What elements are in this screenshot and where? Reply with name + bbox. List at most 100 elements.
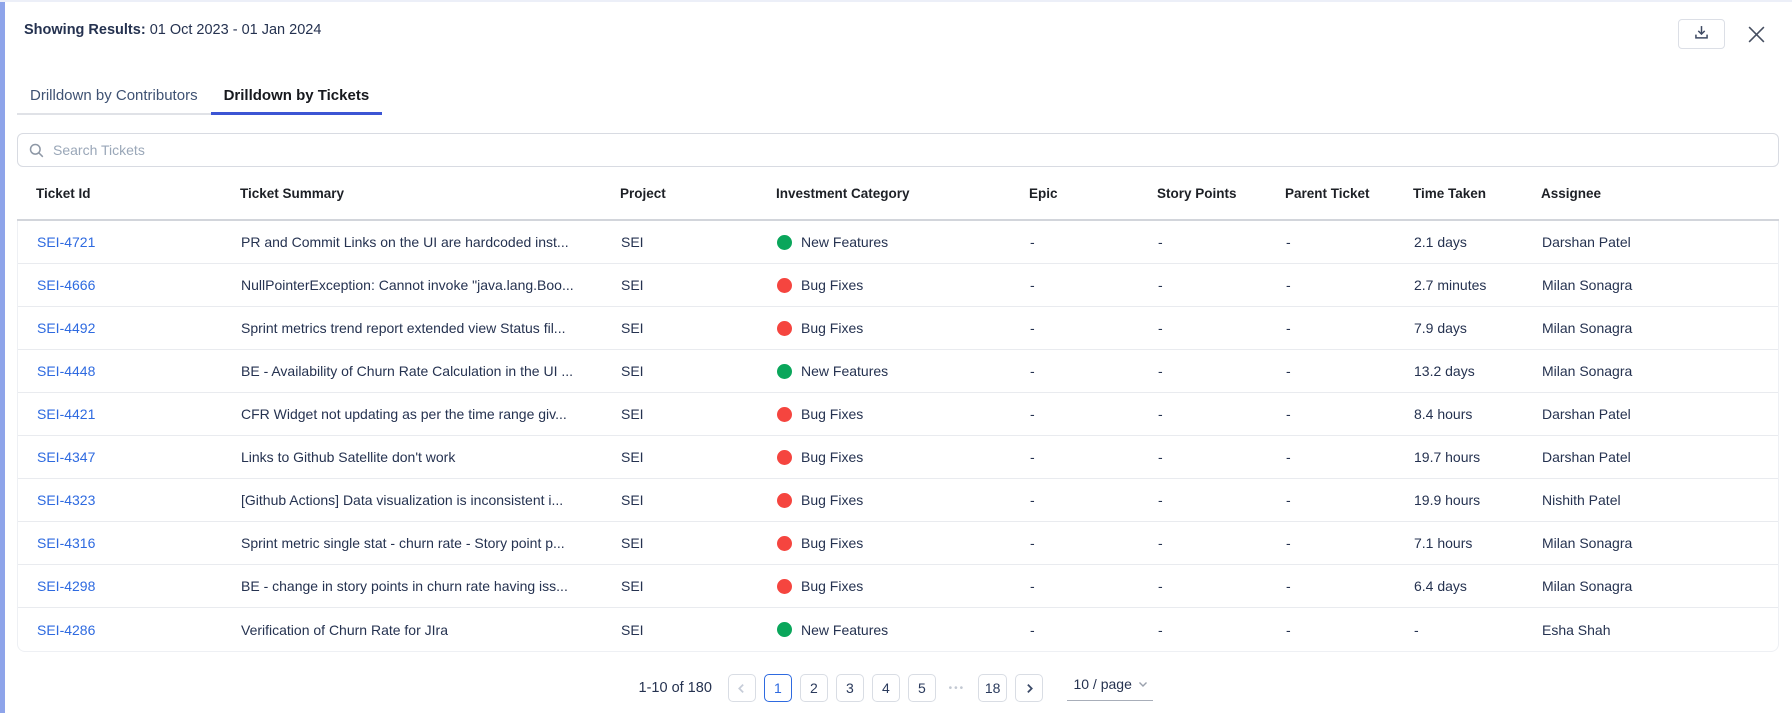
- assignee-cell: Darshan Patel: [1542, 449, 1778, 465]
- parent-ticket-cell: -: [1286, 622, 1414, 638]
- pagination-ellipsis[interactable]: •••: [944, 683, 970, 694]
- ticket-id-link[interactable]: SEI-4323: [37, 492, 95, 508]
- investment-category-cell: New Features: [777, 622, 1030, 638]
- investment-category-cell: Bug Fixes: [777, 320, 1030, 336]
- category-label: Bug Fixes: [801, 535, 863, 551]
- project-cell: SEI: [621, 234, 777, 250]
- story-points-cell: -: [1158, 622, 1286, 638]
- table-row: SEI-4316 Sprint metric single stat - chu…: [18, 522, 1778, 565]
- tab-drilldown-by-contributors[interactable]: Drilldown by Contributors: [17, 86, 211, 115]
- ticket-id-link[interactable]: SEI-4347: [37, 449, 95, 465]
- project-cell: SEI: [621, 622, 777, 638]
- table-row: SEI-4323 [Github Actions] Data visualiza…: [18, 479, 1778, 522]
- pagination-prev-button[interactable]: [728, 674, 756, 702]
- epic-cell: -: [1030, 449, 1158, 465]
- story-points-cell: -: [1158, 320, 1286, 336]
- assignee-cell: Nishith Patel: [1542, 492, 1778, 508]
- download-button[interactable]: [1678, 19, 1725, 49]
- pagination-pages: 12345 ••• 18: [764, 674, 1008, 702]
- ticket-summary-cell: Sprint metric single stat - churn rate -…: [241, 535, 621, 551]
- time-taken-cell: 19.9 hours: [1414, 492, 1542, 508]
- page-size-label: 10 / page: [1073, 676, 1131, 692]
- table-row: SEI-4286 Verification of Churn Rate for …: [18, 608, 1778, 651]
- parent-ticket-cell: -: [1286, 535, 1414, 551]
- assignee-cell: Milan Sonagra: [1542, 578, 1778, 594]
- investment-category-cell: Bug Fixes: [777, 492, 1030, 508]
- ticket-id-link[interactable]: SEI-4316: [37, 535, 95, 551]
- time-taken-cell: 8.4 hours: [1414, 406, 1542, 422]
- ticket-id-link[interactable]: SEI-4286: [37, 622, 95, 638]
- category-dot-icon: [777, 364, 792, 379]
- pagination-next-button[interactable]: [1015, 674, 1043, 702]
- investment-category-cell: New Features: [777, 234, 1030, 250]
- time-taken-cell: 2.7 minutes: [1414, 277, 1542, 293]
- category-label: Bug Fixes: [801, 492, 863, 508]
- investment-category-cell: New Features: [777, 363, 1030, 379]
- ticket-id-link[interactable]: SEI-4666: [37, 277, 95, 293]
- investment-category-cell: Bug Fixes: [777, 535, 1030, 551]
- table-row: SEI-4448 BE - Availability of Churn Rate…: [18, 350, 1778, 393]
- column-header-ticket-summary: Ticket Summary: [240, 186, 620, 201]
- category-label: New Features: [801, 234, 888, 250]
- parent-ticket-cell: -: [1286, 363, 1414, 379]
- story-points-cell: -: [1158, 449, 1286, 465]
- pagination-page-button-18[interactable]: 18: [978, 674, 1008, 702]
- epic-cell: -: [1030, 492, 1158, 508]
- ticket-id-link[interactable]: SEI-4721: [37, 234, 95, 250]
- ticket-id-link[interactable]: SEI-4298: [37, 578, 95, 594]
- pagination-page-button-5[interactable]: 5: [908, 674, 936, 702]
- download-icon: [1694, 25, 1709, 43]
- ticket-summary-cell: Verification of Churn Rate for JIra: [241, 622, 621, 638]
- epic-cell: -: [1030, 578, 1158, 594]
- ticket-summary-cell: CFR Widget not updating as per the time …: [241, 406, 621, 422]
- pagination-range: 1-10 of 180: [639, 680, 712, 696]
- pagination-page-button-4[interactable]: 4: [872, 674, 900, 702]
- table-row: SEI-4492 Sprint metrics trend report ext…: [18, 307, 1778, 350]
- category-dot-icon: [777, 579, 792, 594]
- table-row: SEI-4421 CFR Widget not updating as per …: [18, 393, 1778, 436]
- left-accent-stripe: [0, 2, 5, 713]
- assignee-cell: Milan Sonagra: [1542, 320, 1778, 336]
- time-taken-cell: 7.9 days: [1414, 320, 1542, 336]
- assignee-cell: Darshan Patel: [1542, 406, 1778, 422]
- search-input[interactable]: [53, 142, 1767, 158]
- time-taken-cell: 2.1 days: [1414, 234, 1542, 250]
- close-button[interactable]: [1743, 21, 1770, 51]
- pagination-page-button-2[interactable]: 2: [800, 674, 828, 702]
- category-label: Bug Fixes: [801, 277, 863, 293]
- parent-ticket-cell: -: [1286, 492, 1414, 508]
- parent-ticket-cell: -: [1286, 449, 1414, 465]
- project-cell: SEI: [621, 535, 777, 551]
- ticket-summary-cell: Links to Github Satellite don't work: [241, 449, 621, 465]
- column-header-story-points: Story Points: [1157, 186, 1285, 201]
- investment-category-cell: Bug Fixes: [777, 578, 1030, 594]
- parent-ticket-cell: -: [1286, 320, 1414, 336]
- project-cell: SEI: [621, 363, 777, 379]
- category-dot-icon: [777, 321, 792, 336]
- time-taken-cell: 19.7 hours: [1414, 449, 1542, 465]
- epic-cell: -: [1030, 363, 1158, 379]
- tab-drilldown-by-tickets[interactable]: Drilldown by Tickets: [211, 86, 383, 115]
- pagination-page-button-3[interactable]: 3: [836, 674, 864, 702]
- column-header-ticket-id: Ticket Id: [17, 186, 240, 201]
- table-row: SEI-4721 PR and Commit Links on the UI a…: [18, 221, 1778, 264]
- pagination: 1-10 of 180 12345 ••• 18 10 / page: [0, 668, 1792, 708]
- category-label: Bug Fixes: [801, 578, 863, 594]
- ticket-id-link[interactable]: SEI-4421: [37, 406, 95, 422]
- ticket-id-link[interactable]: SEI-4448: [37, 363, 95, 379]
- category-label: Bug Fixes: [801, 320, 863, 336]
- assignee-cell: Milan Sonagra: [1542, 277, 1778, 293]
- chevron-left-icon: [736, 683, 747, 694]
- column-header-assignee: Assignee: [1541, 186, 1779, 201]
- category-dot-icon: [777, 235, 792, 250]
- assignee-cell: Milan Sonagra: [1542, 363, 1778, 379]
- close-icon: [1747, 32, 1766, 47]
- story-points-cell: -: [1158, 535, 1286, 551]
- ticket-id-link[interactable]: SEI-4492: [37, 320, 95, 336]
- investment-category-cell: Bug Fixes: [777, 406, 1030, 422]
- page-size-select[interactable]: 10 / page: [1067, 676, 1153, 701]
- epic-cell: -: [1030, 320, 1158, 336]
- ticket-summary-cell: NullPointerException: Cannot invoke "jav…: [241, 277, 621, 293]
- pagination-page-button-1[interactable]: 1: [764, 674, 792, 702]
- tickets-table: Ticket IdTicket SummaryProjectInvestment…: [17, 167, 1779, 652]
